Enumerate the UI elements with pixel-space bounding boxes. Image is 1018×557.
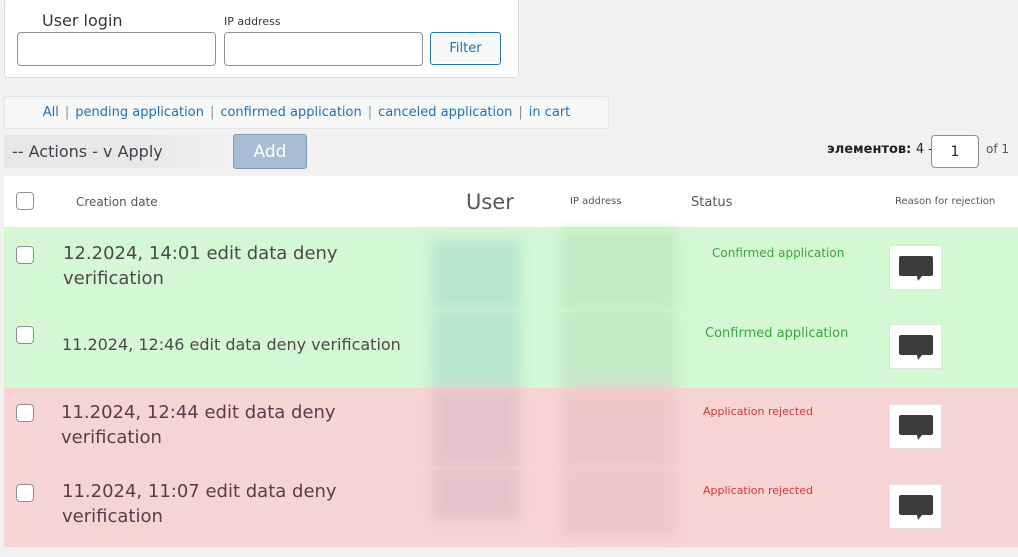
ip-value-redacted [562, 230, 676, 308]
separator: | [64, 105, 70, 120]
ip-value-redacted [562, 388, 676, 468]
column-reason: Reason for rejection [895, 196, 996, 207]
column-creation-date[interactable]: Creation date [76, 195, 158, 209]
applications-table: Creation date User IP address Status Rea… [4, 176, 1018, 547]
view-canceled-link[interactable]: canceled application [378, 105, 512, 120]
table-row: 11.2024, 12:44 edit data deny verificati… [4, 388, 1018, 468]
reason-button[interactable] [889, 404, 942, 449]
row-date-line1[interactable]: 11.2024, 11:07 edit data deny [62, 479, 337, 504]
speech-bubble-icon [898, 334, 933, 360]
row-date: 11.2024, 12:46 edit data deny verificati… [62, 332, 401, 357]
row-date: 11.2024, 11:07 edit data deny verificati… [62, 479, 337, 529]
status-badge: Confirmed application [705, 326, 849, 341]
separator: | [518, 105, 523, 120]
separator: | [367, 105, 373, 120]
view-filter-links: All | pending application | confirmed ap… [4, 96, 609, 129]
row-date-line2[interactable]: verification [61, 425, 336, 450]
current-page-input[interactable]: 1 [931, 135, 979, 168]
column-ip-address: IP address [570, 196, 622, 207]
user-login-input[interactable] [17, 32, 216, 66]
user-value-redacted [432, 388, 520, 468]
user-login-label: User login [42, 11, 123, 30]
row-checkbox[interactable] [16, 404, 34, 422]
filter-button[interactable]: Filter [430, 32, 501, 65]
table-row: 11.2024, 12:46 edit data deny verificati… [4, 308, 1018, 388]
view-all-link[interactable]: All [43, 105, 59, 120]
bulk-actions-select[interactable]: -- Actions - v Apply [4, 135, 230, 168]
items-count: элементов: 4 - [827, 142, 933, 157]
select-all-checkbox[interactable] [16, 192, 34, 210]
reason-button[interactable] [889, 484, 942, 529]
reason-button[interactable] [889, 245, 942, 290]
row-date-line1[interactable]: 11.2024, 12:44 edit data deny [61, 400, 336, 425]
row-date-line2[interactable]: verification [63, 266, 338, 291]
items-count-label: элементов: [827, 142, 912, 157]
speech-bubble-icon [898, 414, 933, 440]
row-date: 12.2024, 14:01 edit data deny verificati… [63, 241, 338, 291]
status-badge: Application rejected [703, 484, 813, 497]
separator: | [209, 105, 215, 120]
column-status[interactable]: Status [691, 195, 732, 210]
table-row: 11.2024, 11:07 edit data deny verificati… [4, 467, 1018, 547]
row-date: 11.2024, 12:44 edit data deny verificati… [61, 400, 336, 450]
ip-address-label: IP address [224, 15, 281, 28]
ip-value-redacted [562, 467, 676, 537]
user-value-redacted [432, 467, 520, 521]
row-date-line2[interactable]: verification [62, 504, 337, 529]
ip-value-redacted [562, 308, 676, 388]
view-confirmed-link[interactable]: confirmed application [220, 105, 361, 120]
user-value-redacted [432, 240, 520, 308]
speech-bubble-icon [898, 255, 933, 281]
row-date-line1[interactable]: 12.2024, 14:01 edit data deny [63, 241, 338, 266]
reason-button[interactable] [889, 324, 942, 369]
table-header: Creation date User IP address Status Rea… [4, 176, 1018, 228]
row-date-line1[interactable]: 11.2024, 12:46 edit data deny verificati… [62, 332, 401, 357]
row-checkbox[interactable] [16, 326, 34, 344]
view-pending-link[interactable]: pending application [75, 105, 204, 120]
row-checkbox[interactable] [16, 246, 34, 264]
add-button[interactable]: Add [233, 134, 307, 169]
total-pages: of 1 [986, 142, 1010, 156]
table-row: 12.2024, 14:01 edit data deny verificati… [4, 228, 1018, 308]
column-user[interactable]: User [466, 190, 514, 214]
user-value-redacted [432, 308, 520, 388]
ip-address-input[interactable] [224, 32, 423, 66]
status-badge: Application rejected [703, 405, 813, 418]
row-checkbox[interactable] [16, 484, 34, 502]
view-in-cart-link[interactable]: in cart [529, 105, 571, 120]
status-badge: Confirmed application [712, 246, 845, 260]
speech-bubble-icon [898, 494, 933, 520]
